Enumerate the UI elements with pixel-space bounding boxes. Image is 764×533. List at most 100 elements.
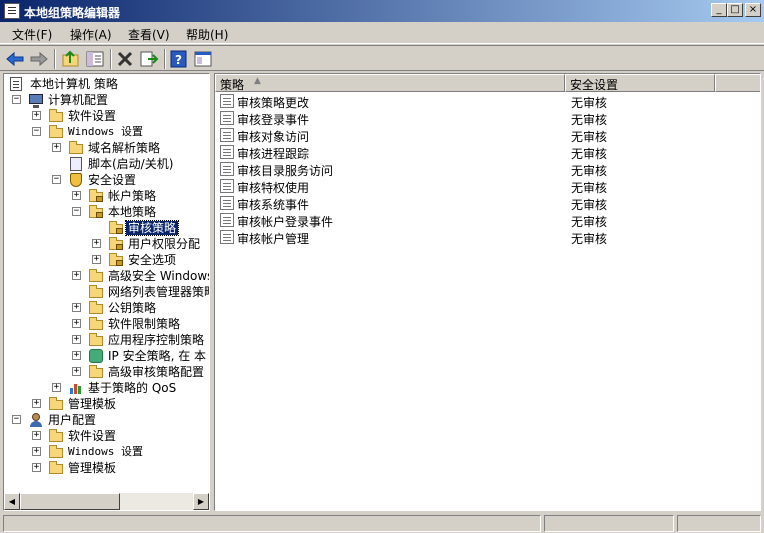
- column-header-policy[interactable]: 策略 ▲: [215, 74, 565, 92]
- tree-label: 管理模板: [68, 461, 117, 475]
- menu-file[interactable]: 文件(F): [12, 26, 52, 43]
- tree-pane[interactable]: 本地计算机 策略 − 计算机配置 + 软件设置 − Windows 设置 + 域…: [3, 73, 210, 511]
- expand-icon[interactable]: +: [72, 271, 81, 280]
- table-row[interactable]: 审核帐户登录事件 无审核: [215, 212, 755, 229]
- scroll-right-icon[interactable]: ▶: [193, 493, 209, 510]
- tree-label: 软件设置: [68, 429, 117, 443]
- expand-icon[interactable]: +: [52, 143, 61, 152]
- folder-icon: [48, 460, 64, 476]
- expand-icon[interactable]: +: [72, 367, 81, 376]
- locked-folder-icon: [88, 188, 104, 204]
- expand-icon[interactable]: +: [92, 239, 101, 248]
- status-bar: [0, 513, 764, 533]
- folder-icon: [88, 316, 104, 332]
- security-setting-cell: 无审核: [571, 130, 608, 144]
- table-row[interactable]: 审核登录事件 无审核: [215, 110, 755, 127]
- help-icon[interactable]: ?: [168, 49, 190, 69]
- policy-icon: [220, 196, 234, 210]
- collapse-icon[interactable]: −: [12, 415, 21, 424]
- policy-icon: [220, 179, 234, 193]
- policy-name-cell: 审核登录事件: [237, 113, 310, 127]
- tree-label: 应用程序控制策略: [108, 333, 205, 347]
- menu-bar: 文件(F) 操作(A) 查看(V) 帮助(H): [0, 22, 764, 44]
- folder-icon: [48, 396, 64, 412]
- table-row[interactable]: 审核帐户管理 无审核: [215, 229, 755, 246]
- folder-icon: [88, 364, 104, 380]
- export-list-icon[interactable]: [138, 49, 160, 69]
- expand-icon[interactable]: +: [72, 319, 81, 328]
- up-folder-icon[interactable]: [60, 49, 82, 69]
- tree-label-selected: 审核策略: [124, 220, 180, 236]
- security-setting-cell: 无审核: [571, 181, 608, 195]
- tree-label: 本地策略: [108, 205, 157, 219]
- folder-icon: [88, 284, 104, 300]
- properties-icon[interactable]: [192, 49, 214, 69]
- expand-icon[interactable]: +: [92, 255, 101, 264]
- folder-icon: [48, 124, 64, 140]
- security-setting-cell: 无审核: [571, 96, 608, 110]
- folder-icon: [68, 140, 84, 156]
- expand-icon[interactable]: +: [32, 431, 41, 440]
- table-row[interactable]: 审核特权使用 无审核: [215, 178, 755, 195]
- table-row[interactable]: 审核进程跟踪 无审核: [215, 144, 755, 161]
- expand-icon[interactable]: +: [32, 463, 41, 472]
- collapse-icon[interactable]: −: [12, 95, 21, 104]
- collapse-icon[interactable]: −: [52, 175, 61, 184]
- status-panel-main: [3, 515, 541, 532]
- table-row[interactable]: 审核目录服务访问 无审核: [215, 161, 755, 178]
- locked-folder-icon: [108, 252, 124, 268]
- expand-icon[interactable]: +: [32, 447, 41, 456]
- back-icon[interactable]: [4, 49, 26, 69]
- policy-name-cell: 审核特权使用: [237, 181, 310, 195]
- tree-label: Windows 设置: [68, 445, 143, 458]
- policy-name-cell: 审核策略更改: [237, 96, 310, 110]
- menu-action[interactable]: 操作(A): [70, 26, 112, 43]
- tree-label: 高级审核策略配置: [108, 365, 205, 379]
- tree-label: 基于策略的 QoS: [88, 381, 177, 395]
- collapse-icon[interactable]: −: [72, 207, 81, 216]
- expand-icon[interactable]: +: [32, 111, 41, 120]
- expand-icon[interactable]: +: [52, 383, 61, 392]
- table-row[interactable]: 审核系统事件 无审核: [215, 195, 755, 212]
- table-row[interactable]: 审核对象访问 无审核: [215, 127, 755, 144]
- tree-label: 安全选项: [128, 253, 177, 267]
- expand-icon[interactable]: +: [72, 351, 81, 360]
- tree-horizontal-scrollbar[interactable]: ◀ ▶: [4, 493, 209, 510]
- collapse-icon[interactable]: −: [32, 127, 41, 136]
- user-icon: [28, 412, 44, 428]
- table-row[interactable]: 审核策略更改 无审核: [215, 93, 755, 110]
- tree-label: 用户配置: [48, 413, 97, 427]
- expand-icon[interactable]: +: [72, 303, 81, 312]
- delete-icon[interactable]: [114, 49, 136, 69]
- forward-icon[interactable]: [28, 49, 50, 69]
- minimize-button[interactable]: _: [711, 3, 727, 17]
- tree-label: 公钥策略: [108, 301, 157, 315]
- maximize-button[interactable]: □: [727, 3, 743, 17]
- folder-icon: [88, 300, 104, 316]
- tree-label: 软件设置: [68, 109, 117, 123]
- close-button[interactable]: ×: [745, 3, 761, 17]
- menu-view[interactable]: 查看(V): [128, 26, 170, 43]
- column-header-filler: [715, 74, 760, 92]
- folder-icon: [88, 268, 104, 284]
- toolbar: ?: [0, 45, 764, 71]
- show-hide-tree-icon[interactable]: [84, 49, 106, 69]
- tree-label: 网络列表管理器策略: [108, 285, 210, 299]
- scroll-left-icon[interactable]: ◀: [4, 493, 20, 510]
- details-pane[interactable]: 策略 ▲ 安全设置 审核策略更改 无审核 审核登录事件 无审核 审核对象访问 无审核 审核进…: [214, 73, 761, 511]
- locked-folder-icon: [108, 220, 124, 236]
- expand-icon[interactable]: +: [72, 191, 81, 200]
- menu-help[interactable]: 帮助(H): [186, 26, 228, 43]
- policy-name-cell: 审核对象访问: [237, 130, 310, 144]
- column-header-security-setting[interactable]: 安全设置: [565, 74, 715, 92]
- scrollbar-thumb[interactable]: [20, 493, 120, 510]
- folder-icon: [48, 108, 64, 124]
- expand-icon[interactable]: +: [72, 335, 81, 344]
- folder-icon: [88, 332, 104, 348]
- security-setting-cell: 无审核: [571, 113, 608, 127]
- expand-icon[interactable]: +: [32, 399, 41, 408]
- security-setting-cell: 无审核: [571, 215, 608, 229]
- security-setting-cell: 无审核: [571, 198, 608, 212]
- tree-label: 管理模板: [68, 397, 117, 411]
- title-bar[interactable]: 本地组策略编辑器 _ □ ×: [0, 0, 764, 22]
